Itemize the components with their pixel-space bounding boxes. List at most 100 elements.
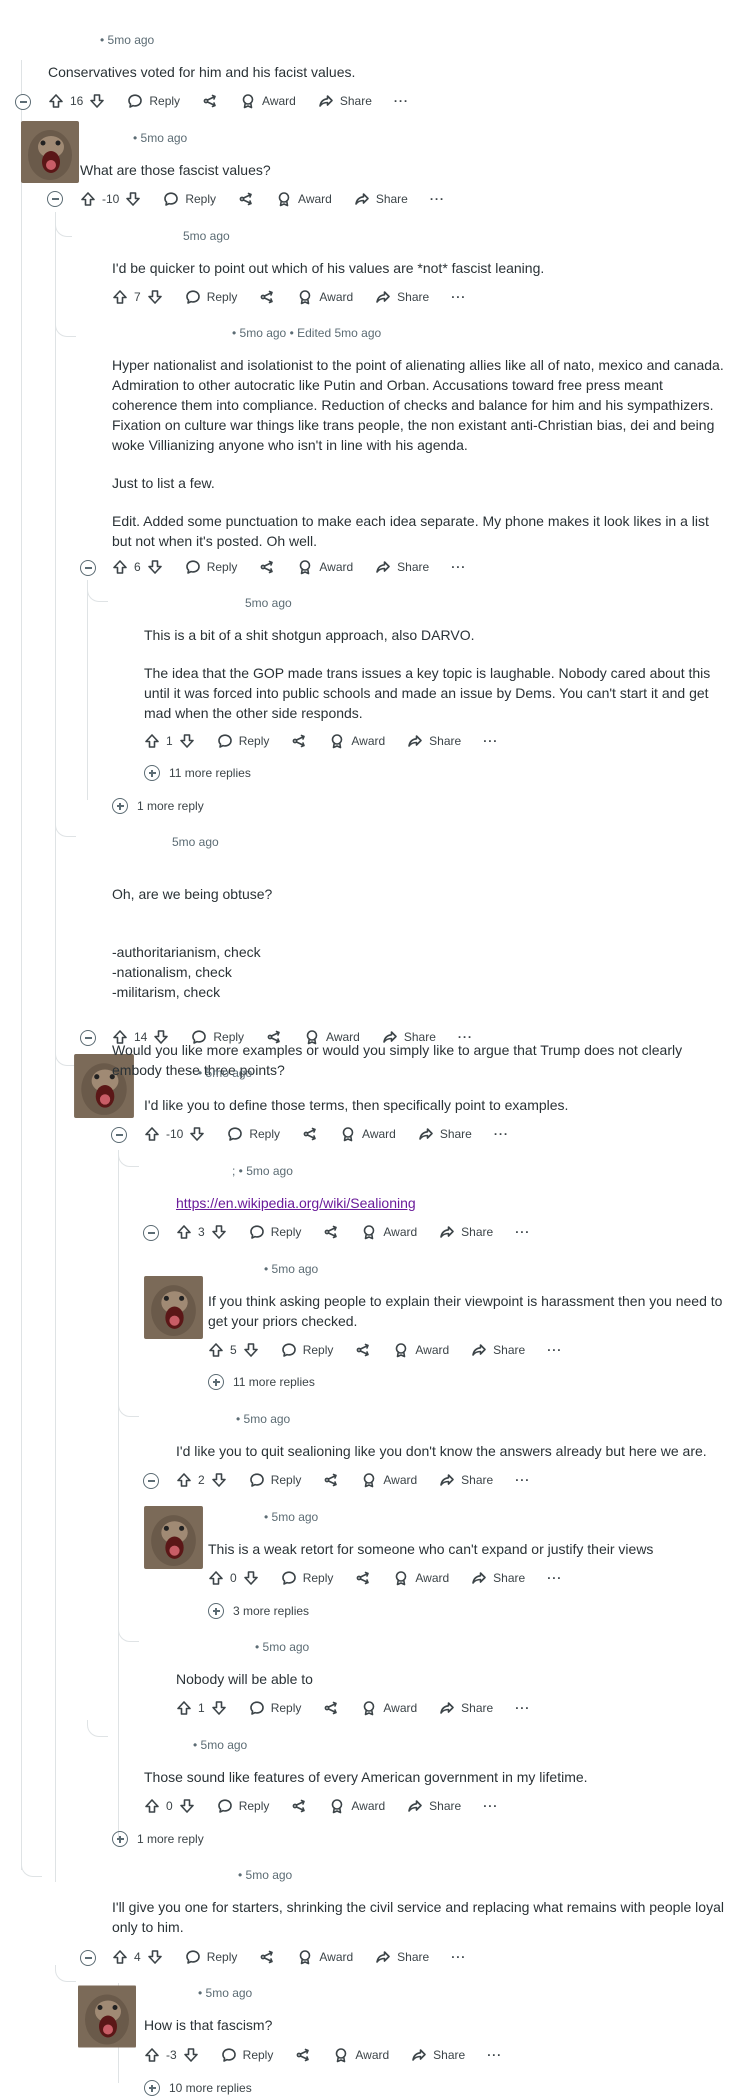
reply-button[interactable]: Reply xyxy=(185,1949,237,1965)
share-button[interactable]: Share xyxy=(354,191,408,207)
more-replies-button[interactable]: 1 more reply xyxy=(112,798,204,814)
award-button[interactable]: Award xyxy=(276,191,332,207)
downvote-icon[interactable] xyxy=(243,1342,259,1358)
downvote-icon[interactable] xyxy=(211,1224,227,1240)
downvote-icon[interactable] xyxy=(125,191,141,207)
collapse-thread-button[interactable] xyxy=(80,1030,96,1046)
crosspost-button[interactable] xyxy=(259,1949,275,1965)
crosspost-button[interactable] xyxy=(291,1798,307,1814)
downvote-icon[interactable] xyxy=(189,1126,205,1142)
overflow-menu-button[interactable]: ··· xyxy=(515,1225,530,1239)
downvote-icon[interactable] xyxy=(243,1570,259,1586)
upvote-icon[interactable] xyxy=(80,191,96,207)
reply-button[interactable]: Reply xyxy=(227,1126,280,1142)
reply-button[interactable]: Reply xyxy=(191,1029,244,1045)
award-button[interactable]: Award xyxy=(297,289,353,305)
overflow-menu-button[interactable]: ··· xyxy=(494,1127,509,1141)
reply-button[interactable]: Reply xyxy=(249,1224,301,1240)
overflow-menu-button[interactable]: ··· xyxy=(483,1799,498,1813)
reply-button[interactable]: Reply xyxy=(249,1700,301,1716)
reply-button[interactable]: Reply xyxy=(185,289,237,305)
upvote-icon[interactable] xyxy=(144,733,160,749)
upvote-icon[interactable] xyxy=(176,1472,192,1488)
upvote-icon[interactable] xyxy=(144,2047,160,2063)
award-button[interactable]: Award xyxy=(333,2047,389,2063)
crosspost-button[interactable] xyxy=(302,1126,318,1142)
upvote-icon[interactable] xyxy=(112,559,128,575)
share-button[interactable]: Share xyxy=(439,1224,493,1240)
overflow-menu-button[interactable]: ··· xyxy=(547,1343,562,1357)
upvote-icon[interactable] xyxy=(112,289,128,305)
more-replies-button[interactable]: 11 more replies xyxy=(208,1374,315,1390)
overflow-menu-button[interactable]: ··· xyxy=(487,2048,502,2062)
award-button[interactable]: Award xyxy=(329,1798,385,1814)
crosspost-button[interactable] xyxy=(202,93,218,109)
overflow-menu-button[interactable]: ··· xyxy=(451,560,466,574)
award-button[interactable]: Award xyxy=(297,559,353,575)
overflow-menu-button[interactable]: ··· xyxy=(451,290,466,304)
upvote-icon[interactable] xyxy=(112,1949,128,1965)
share-button[interactable]: Share xyxy=(375,559,429,575)
award-button[interactable]: Award xyxy=(240,93,296,109)
award-button[interactable]: Award xyxy=(361,1224,417,1240)
downvote-icon[interactable] xyxy=(147,289,163,305)
overflow-menu-button[interactable]: ··· xyxy=(483,734,498,748)
upvote-icon[interactable] xyxy=(208,1570,224,1586)
downvote-icon[interactable] xyxy=(183,2047,199,2063)
avatar[interactable] xyxy=(78,1985,136,2048)
upvote-icon[interactable] xyxy=(176,1224,192,1240)
thread-line[interactable] xyxy=(87,580,88,800)
share-button[interactable]: Share xyxy=(411,2047,465,2063)
downvote-icon[interactable] xyxy=(211,1472,227,1488)
share-button[interactable]: Share xyxy=(439,1472,493,1488)
downvote-icon[interactable] xyxy=(179,733,195,749)
share-button[interactable]: Share xyxy=(471,1570,525,1586)
upvote-icon[interactable] xyxy=(48,93,64,109)
crosspost-button[interactable] xyxy=(238,191,254,207)
overflow-menu-button[interactable]: ··· xyxy=(515,1701,530,1715)
reply-button[interactable]: Reply xyxy=(163,191,216,207)
more-replies-button[interactable]: 3 more replies xyxy=(208,1603,309,1619)
collapse-thread-button[interactable] xyxy=(111,1127,127,1143)
share-button[interactable]: Share xyxy=(375,1949,429,1965)
reply-button[interactable]: Reply xyxy=(249,1472,301,1488)
collapse-thread-button[interactable] xyxy=(15,94,31,110)
reply-button[interactable]: Reply xyxy=(217,733,269,749)
crosspost-button[interactable] xyxy=(323,1472,339,1488)
award-button[interactable]: Award xyxy=(393,1570,449,1586)
upvote-icon[interactable] xyxy=(208,1342,224,1358)
share-button[interactable]: Share xyxy=(375,289,429,305)
reply-button[interactable]: Reply xyxy=(127,93,180,109)
overflow-menu-button[interactable]: ··· xyxy=(515,1473,530,1487)
downvote-icon[interactable] xyxy=(179,1798,195,1814)
share-button[interactable]: Share xyxy=(407,1798,461,1814)
more-replies-button[interactable]: 11 more replies xyxy=(144,765,251,781)
collapse-thread-button[interactable] xyxy=(80,560,96,576)
award-button[interactable]: Award xyxy=(361,1472,417,1488)
share-button[interactable]: Share xyxy=(418,1126,472,1142)
crosspost-button[interactable] xyxy=(323,1700,339,1716)
avatar[interactable] xyxy=(144,1276,203,1339)
overflow-menu-button[interactable]: ··· xyxy=(394,94,409,108)
reply-button[interactable]: Reply xyxy=(281,1342,333,1358)
upvote-icon[interactable] xyxy=(112,1029,128,1045)
share-button[interactable]: Share xyxy=(439,1700,493,1716)
upvote-icon[interactable] xyxy=(144,1126,160,1142)
overflow-menu-button[interactable]: ··· xyxy=(547,1571,562,1585)
comment-link[interactable]: https://en.wikipedia.org/wiki/Sealioning xyxy=(176,1195,416,1211)
reply-button[interactable]: Reply xyxy=(281,1570,333,1586)
share-button[interactable]: Share xyxy=(407,733,461,749)
crosspost-button[interactable] xyxy=(323,1224,339,1240)
collapse-thread-button[interactable] xyxy=(143,1225,159,1241)
upvote-icon[interactable] xyxy=(176,1700,192,1716)
reply-button[interactable]: Reply xyxy=(185,559,237,575)
crosspost-button[interactable] xyxy=(355,1570,371,1586)
avatar[interactable] xyxy=(144,1506,203,1569)
award-button[interactable]: Award xyxy=(340,1126,396,1142)
downvote-icon[interactable] xyxy=(147,559,163,575)
share-button[interactable]: Share xyxy=(471,1342,525,1358)
award-button[interactable]: Award xyxy=(361,1700,417,1716)
overflow-menu-button[interactable]: ··· xyxy=(430,192,445,206)
overflow-menu-button[interactable]: ··· xyxy=(451,1950,466,1964)
share-button[interactable]: Share xyxy=(318,93,372,109)
